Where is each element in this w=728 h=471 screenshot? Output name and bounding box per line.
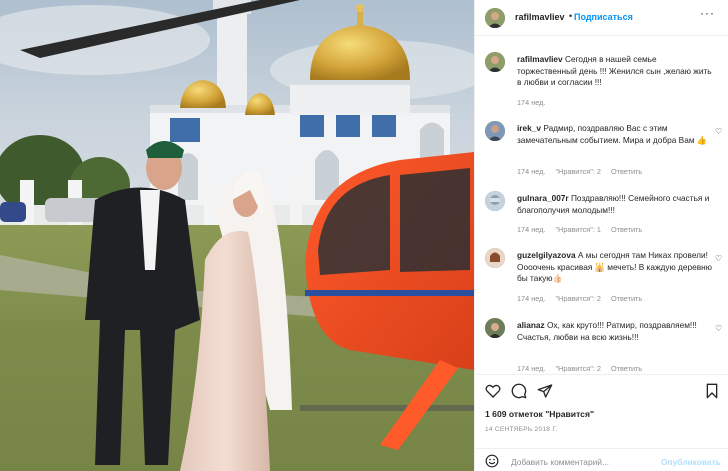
reply-button[interactable]: Ответить (611, 167, 642, 176)
post-date: 14 СЕНТЯБРЬ 2018 Г. (485, 426, 558, 433)
comment-username[interactable]: irek_v (517, 123, 541, 133)
comment-username[interactable]: guzelgilyazova (517, 250, 576, 260)
separator-dot: • (569, 11, 573, 21)
comment-likes[interactable]: "Нравится": 2 (555, 294, 601, 303)
comment-likes[interactable]: "Нравится": 2 (555, 167, 601, 176)
avatar[interactable] (485, 8, 505, 28)
comment-content: Радмир, поздравляю Вас с этим замечатель… (517, 123, 708, 145)
post-actions: 1 609 отметок "Нравится" 14 СЕНТЯБРЬ 201… (475, 374, 728, 471)
comment-meta: 174 нед. "Нравится": 1 Ответить (517, 225, 650, 234)
avatar[interactable] (485, 52, 505, 72)
reply-button[interactable]: Ответить (611, 294, 642, 303)
comment-time[interactable]: 174 нед. (517, 364, 545, 373)
add-comment-bar: Добавить комментарий... Опубликовать (475, 448, 728, 471)
post-header: rafilmavliev • Подписаться ··· (475, 0, 728, 36)
heart-icon[interactable]: ♡ (715, 324, 722, 333)
comment-likes[interactable]: "Нравится": 2 (555, 364, 601, 373)
avatar[interactable] (485, 318, 505, 338)
avatar[interactable] (485, 191, 505, 211)
avatar[interactable] (485, 248, 505, 268)
heart-icon[interactable]: ♡ (715, 127, 722, 136)
avatar[interactable] (485, 121, 505, 141)
comment-icon[interactable] (511, 383, 527, 399)
caption-text: rafilmavliev Сегодня в нашей семье торже… (517, 54, 713, 89)
caption-time[interactable]: 174 нед. (517, 98, 545, 107)
reply-button[interactable]: Ответить (611, 225, 642, 234)
username-link[interactable]: rafilmavliev (515, 12, 565, 22)
comment-meta: 174 нед. "Нравится": 2 Ответить (517, 167, 650, 176)
comment-text: gulnara_007r Поздравляю!!! Семейного сча… (517, 193, 713, 216)
comment-time[interactable]: 174 нед. (517, 294, 545, 303)
caption-username[interactable]: rafilmavliev (517, 54, 563, 64)
reply-button[interactable]: Ответить (611, 364, 642, 373)
wedding-photo-illustration (0, 0, 474, 471)
likes-count[interactable]: 1 609 отметок "Нравится" (485, 409, 594, 419)
follow-button[interactable]: Подписаться (574, 12, 633, 22)
comment-likes[interactable]: "Нравится": 1 (555, 225, 601, 234)
post-photo[interactable] (0, 0, 474, 471)
comments-list[interactable]: rafilmavliev Сегодня в нашей семье торже… (475, 36, 728, 374)
comment-meta: 174 нед. "Нравится": 2 Ответить (517, 364, 650, 373)
share-icon[interactable] (537, 383, 553, 399)
comment-time[interactable]: 174 нед. (517, 225, 545, 234)
comment-text: alianaz Ох, как круто!!! Ратмир, поздрав… (517, 320, 713, 343)
publish-button[interactable]: Опубликовать (661, 457, 721, 467)
comment-username[interactable]: alianaz (517, 320, 545, 330)
heart-icon[interactable] (485, 383, 501, 399)
comment-text: guzelgilyazova А мы сегодня там Никах пр… (517, 250, 713, 285)
caption-meta: 174 нед. (517, 98, 553, 107)
bookmark-icon[interactable] (705, 383, 719, 399)
comment-username[interactable]: gulnara_007r (517, 193, 569, 203)
comment-text: irek_v Радмир, поздравляю Вас с этим зам… (517, 123, 713, 146)
emoji-icon[interactable] (485, 454, 499, 468)
more-icon[interactable]: ··· (700, 6, 715, 20)
heart-icon[interactable]: ♡ (715, 254, 722, 263)
comment-time[interactable]: 174 нед. (517, 167, 545, 176)
comment-input[interactable]: Добавить комментарий... (511, 457, 609, 467)
post-panel: rafilmavliev • Подписаться ··· rafilmavl… (474, 0, 728, 471)
comment-meta: 174 нед. "Нравится": 2 Ответить (517, 294, 650, 303)
